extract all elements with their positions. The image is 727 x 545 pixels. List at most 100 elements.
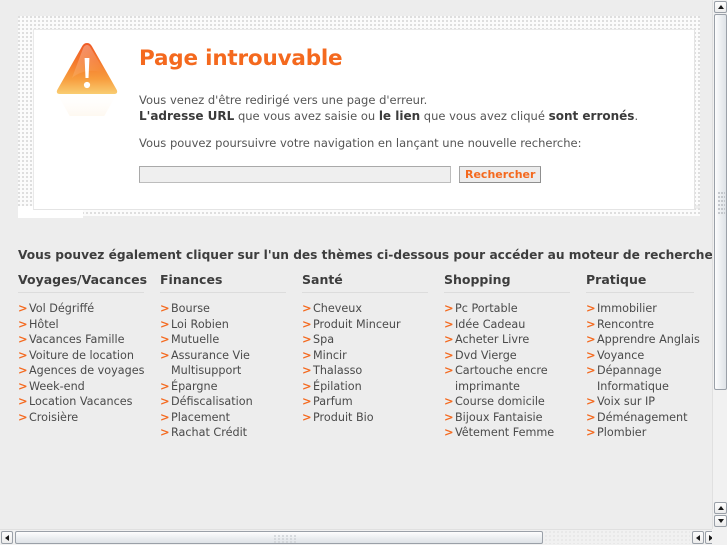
list-item[interactable]: > Course domicile <box>444 394 586 410</box>
theme-column-heading: Santé <box>302 272 428 293</box>
list-item[interactable]: > Hôtel <box>18 317 160 333</box>
scroll-down-button[interactable] <box>714 515 727 527</box>
list-item[interactable]: > Croisière <box>18 410 160 426</box>
triangle-left-icon <box>696 534 700 541</box>
chevron-right-icon: > <box>160 316 170 331</box>
list-item[interactable]: > Épargne <box>160 379 302 395</box>
chevron-right-icon: > <box>302 363 312 377</box>
theme-link-label: Dépannage Informatique <box>597 364 669 393</box>
theme-link-label: Week-end <box>29 379 85 393</box>
theme-link-label: Acheter Livre <box>455 333 530 346</box>
search-button[interactable]: Rechercher <box>459 166 542 183</box>
list-item[interactable]: > Cheveux <box>302 301 444 317</box>
chevron-right-icon: > <box>160 332 170 346</box>
search-prompt: Vous pouvez poursuivre votre navigation … <box>139 136 582 150</box>
scroll-up-button[interactable] <box>714 1 727 13</box>
chevron-right-icon: > <box>160 301 170 315</box>
theme-link-label: Location Vacances <box>29 395 133 408</box>
vertical-scrollbar[interactable] <box>712 0 727 530</box>
list-item[interactable]: > Défiscalisation <box>160 394 302 410</box>
chevron-right-icon: > <box>444 409 454 424</box>
theme-link-label: Hôtel <box>29 317 59 331</box>
list-item[interactable]: > Placement <box>160 410 302 426</box>
list-item[interactable]: > Voyance <box>586 348 710 364</box>
theme-link-label: Mincir <box>313 348 347 362</box>
list-item[interactable]: > Déménagement <box>586 410 710 426</box>
chevron-right-icon: > <box>302 316 312 331</box>
list-item[interactable]: > Loi Robien <box>160 317 302 333</box>
list-item[interactable]: > Location Vacances <box>18 394 160 410</box>
theme-link-label: Rachat Crédit <box>171 426 248 439</box>
list-item[interactable]: > Acheter Livre <box>444 332 586 348</box>
horizontal-scrollbar[interactable] <box>0 529 727 545</box>
list-item[interactable]: > Apprendre Anglais <box>586 332 710 348</box>
theme-link-list: > Vol Dégriffé > Hôtel > Vacances Famille >… <box>18 301 160 425</box>
list-item[interactable]: > Bijoux Fantaisie <box>444 410 586 426</box>
list-item[interactable]: > Cartouche encre imprimante <box>444 363 586 394</box>
theme-link-label: Produit Minceur <box>313 317 401 331</box>
list-item[interactable]: > Rencontre <box>586 317 710 333</box>
error-line-2a: que vous avez saisie ou <box>234 108 379 123</box>
scroll-left-button-secondary[interactable] <box>692 531 704 544</box>
error-wrong-emphasis: sont erronés <box>548 108 635 123</box>
chevron-right-icon: > <box>444 316 454 331</box>
vertical-scrollbar-thumb[interactable] <box>714 14 727 390</box>
chevron-right-icon: > <box>160 394 170 408</box>
chevron-right-icon: > <box>586 316 596 331</box>
list-item[interactable]: > Vacances Famille <box>18 332 160 348</box>
horizontal-scrollbar-thumb[interactable] <box>15 531 543 544</box>
list-item[interactable]: > Assurance Vie Multisupport <box>160 348 302 379</box>
list-item[interactable]: > Agences de voyages <box>18 363 160 379</box>
search-input[interactable] <box>139 166 451 183</box>
theme-link-label: Voiture de location <box>29 348 134 362</box>
chevron-right-icon: > <box>444 363 454 377</box>
chevron-right-icon: > <box>18 332 28 346</box>
scroll-left-button[interactable] <box>1 531 13 544</box>
list-item[interactable]: > Dvd Vierge <box>444 348 586 364</box>
list-item[interactable]: > Thalasso <box>302 363 444 379</box>
list-item[interactable]: > Week-end <box>18 379 160 395</box>
list-item[interactable]: > Produit Bio <box>302 410 444 426</box>
list-item[interactable]: > Idée Cadeau <box>444 317 586 333</box>
theme-column-voyages-vacances: Voyages/Vacances > Vol Dégriffé > Hôtel > V… <box>18 272 160 441</box>
list-item[interactable]: > Mincir <box>302 348 444 364</box>
list-item[interactable]: > Spa <box>302 332 444 348</box>
list-item[interactable]: > Dépannage Informatique <box>586 363 710 394</box>
horizontal-scrollbar-track[interactable] <box>545 531 690 544</box>
theme-link-label: Voix sur IP <box>597 395 656 408</box>
list-item[interactable]: > Immobilier <box>586 301 710 317</box>
list-item[interactable]: > Parfum <box>302 394 444 410</box>
theme-link-label: Défiscalisation <box>171 395 253 408</box>
chevron-right-icon: > <box>586 347 596 362</box>
list-item[interactable]: > Vol Dégriffé <box>18 301 160 317</box>
list-item[interactable]: > Épilation <box>302 379 444 395</box>
list-item[interactable]: > Rachat Crédit <box>160 425 302 441</box>
error-link-emphasis: le lien <box>378 108 421 123</box>
list-item[interactable]: > Pc Portable <box>444 301 586 317</box>
triangle-up-icon <box>717 506 724 510</box>
theme-link-label: Immobilier <box>597 302 657 315</box>
list-item[interactable]: > Bourse <box>160 301 302 317</box>
theme-column-shopping: Shopping > Pc Portable > Idée Cadeau > Ache… <box>444 272 586 441</box>
list-item[interactable]: > Produit Minceur <box>302 317 444 333</box>
list-item[interactable]: > Voix sur IP <box>586 394 710 410</box>
error-line-2b: que vous avez cliqué <box>420 108 549 123</box>
theme-link-label: Épilation <box>313 379 362 393</box>
theme-link-label: Vol Dégriffé <box>29 302 95 315</box>
chevron-right-icon: > <box>18 301 28 315</box>
list-item[interactable]: > Mutuelle <box>160 332 302 348</box>
theme-link-label: Placement <box>171 410 231 424</box>
list-item[interactable]: > Voiture de location <box>18 348 160 364</box>
theme-link-label: Mutuelle <box>171 333 220 346</box>
scroll-up-button-secondary[interactable] <box>714 502 727 514</box>
theme-link-label: Bourse <box>171 302 210 315</box>
chevron-right-icon: > <box>444 425 454 439</box>
chevron-right-icon: > <box>586 301 596 315</box>
theme-link-label: Déménagement <box>597 410 688 424</box>
list-item[interactable]: > Plombier <box>586 425 710 441</box>
theme-column-pratique: Pratique > Immobilier > Rencontre > Apprend… <box>586 272 710 441</box>
chevron-right-icon: > <box>302 378 312 393</box>
list-item[interactable]: > Vêtement Femme <box>444 425 586 441</box>
theme-link-label: Pc Portable <box>455 302 518 315</box>
chevron-right-icon: > <box>18 363 28 377</box>
